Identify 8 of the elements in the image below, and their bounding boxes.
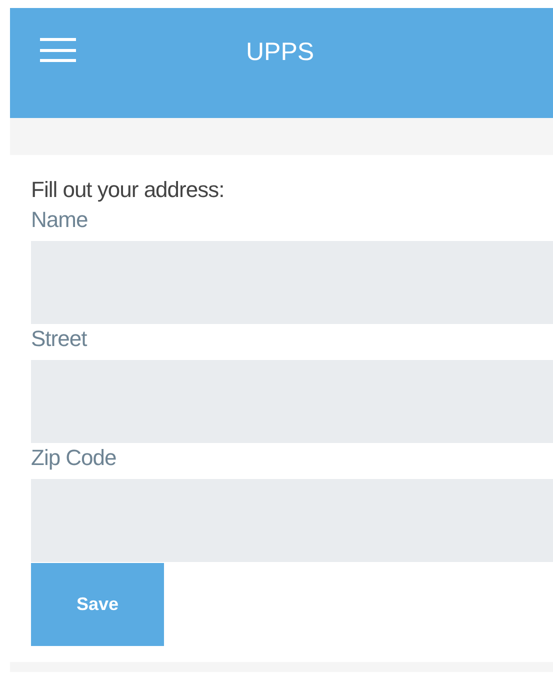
save-button[interactable]: Save bbox=[31, 563, 164, 646]
input-field[interactable] bbox=[31, 479, 553, 562]
app-title: UPPS bbox=[246, 37, 314, 68]
field-label: Street bbox=[31, 325, 88, 353]
field-label: Zip Code bbox=[31, 444, 118, 472]
menu-icon[interactable] bbox=[40, 38, 76, 62]
field-label: Name bbox=[31, 206, 89, 234]
form-intro: Fill out your address: bbox=[31, 176, 226, 204]
